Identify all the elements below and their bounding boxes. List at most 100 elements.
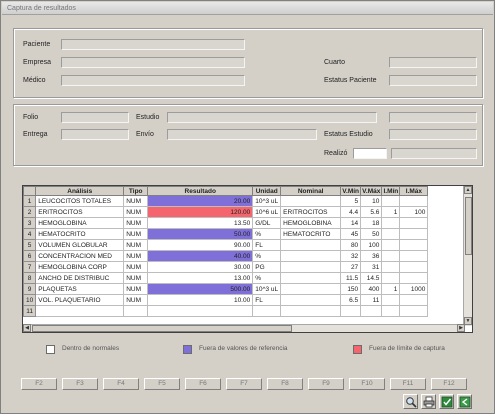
grid-header-4[interactable]: Unidad: [252, 186, 282, 196]
cell-imax[interactable]: [399, 305, 429, 317]
cell-tipo[interactable]: NUM: [123, 250, 149, 262]
cell-nominal[interactable]: HEMATOCRITO: [280, 228, 342, 240]
cell-imin[interactable]: [381, 228, 401, 240]
row-number[interactable]: 7: [23, 261, 37, 273]
cell-vmax[interactable]: 11: [360, 294, 383, 306]
scroll-up-arrow-icon[interactable]: ▲: [464, 186, 472, 194]
cell-analisis[interactable]: CONCENTRACION MED: [35, 250, 125, 262]
entrega-field[interactable]: [61, 129, 129, 140]
cell-unidad[interactable]: 10^3 uL: [252, 283, 282, 295]
cell-imax[interactable]: [399, 272, 429, 284]
fkey-f10[interactable]: F10: [349, 378, 385, 390]
scroll-down-arrow-icon[interactable]: ▼: [464, 317, 472, 325]
fkey-f7[interactable]: F7: [226, 378, 262, 390]
table-row[interactable]: 4 HEMATOCRITO NUM 50.00% HEMATOCRITO 45 50: [23, 228, 429, 240]
grid-vertical-scrollbar[interactable]: ▲ ▼: [463, 186, 472, 326]
cell-vmax[interactable]: 400: [360, 283, 383, 295]
cell-unidad[interactable]: [252, 305, 282, 317]
cell-resultado[interactable]: 10.00: [147, 294, 254, 306]
cell-imax[interactable]: 100: [399, 206, 429, 218]
folio-field[interactable]: [61, 112, 129, 123]
fkey-f9[interactable]: F9: [308, 378, 344, 390]
cell-imax[interactable]: [399, 239, 429, 251]
table-row[interactable]: 2 ERITROCITOS NUM 120.00 10^6 uL ERITROCITOS 4…: [23, 206, 429, 218]
cell-analisis[interactable]: VOLUMEN GLOBULAR: [35, 239, 125, 251]
cell-resultado[interactable]: 13.50: [147, 217, 254, 229]
cell-vmax[interactable]: 10: [360, 195, 383, 207]
cell-vmin[interactable]: 45: [340, 228, 362, 240]
cell-imax[interactable]: 1000: [399, 283, 429, 295]
cell-vmax[interactable]: 31: [360, 261, 383, 273]
cell-imax[interactable]: [399, 195, 429, 207]
cell-analisis[interactable]: ERITROCITOS: [35, 206, 125, 218]
estudio-extra-field[interactable]: [389, 112, 477, 123]
cell-nominal[interactable]: [280, 305, 342, 317]
exit-button[interactable]: [457, 394, 472, 409]
cell-unidad[interactable]: 10^3 uL: [252, 195, 282, 207]
fkey-f3[interactable]: F3: [62, 378, 98, 390]
cell-analisis[interactable]: [35, 305, 125, 317]
cell-resultado[interactable]: 13.00: [147, 272, 254, 284]
cell-tipo[interactable]: NUM: [123, 217, 149, 229]
grid-vertical-scroll-thumb[interactable]: [465, 197, 472, 255]
grid-horizontal-scrollbar[interactable]: ◀ ▶: [23, 324, 465, 332]
table-row[interactable]: 3 HEMOGLOBINA NUM 13.50 G/DL HEMOGLOBINA 14 18: [23, 217, 429, 229]
cell-resultado[interactable]: 30.00: [147, 261, 254, 273]
cell-imax[interactable]: [399, 228, 429, 240]
fkey-f8[interactable]: F8: [267, 378, 303, 390]
cell-vmax[interactable]: 14.5: [360, 272, 383, 284]
cell-vmax[interactable]: [360, 305, 383, 317]
cell-unidad[interactable]: %: [252, 228, 282, 240]
cell-vmax[interactable]: 36: [360, 250, 383, 262]
table-row[interactable]: 9 PLAQUETAS NUM 500.00 10^3 uL 150 400 1 1000: [23, 283, 429, 295]
cell-vmin[interactable]: 5: [340, 195, 362, 207]
paciente-field[interactable]: [61, 39, 245, 50]
cell-analisis[interactable]: VOL. PLAQUETARIO: [35, 294, 125, 306]
grid-header-5[interactable]: Nominal: [280, 186, 342, 196]
grid-header-3[interactable]: Resultado: [147, 186, 254, 196]
cell-imin[interactable]: [381, 250, 401, 262]
envio-field[interactable]: [167, 129, 317, 140]
cell-unidad[interactable]: FL: [252, 294, 282, 306]
row-number[interactable]: 6: [23, 250, 37, 262]
scroll-right-arrow-icon[interactable]: ▶: [457, 324, 465, 332]
cell-resultado[interactable]: 20.00: [147, 195, 254, 207]
row-number[interactable]: 4: [23, 228, 37, 240]
cell-unidad[interactable]: 10^6 uL: [252, 206, 282, 218]
cell-imin[interactable]: [381, 239, 401, 251]
cell-resultado[interactable]: 90.00: [147, 239, 254, 251]
cell-nominal[interactable]: [280, 250, 342, 262]
fkey-f4[interactable]: F4: [103, 378, 139, 390]
grid-header-1[interactable]: Análisis: [35, 186, 125, 196]
cell-tipo[interactable]: NUM: [123, 206, 149, 218]
table-row[interactable]: 1 LEUCOCITOS TOTALES NUM 20.00 10^3 uL 5 10: [23, 195, 429, 207]
results-grid[interactable]: Análisis Tipo Resultado Unidad Nominal V.Mín V…: [22, 185, 473, 333]
cell-analisis[interactable]: ANCHO DE DISTRIBUC: [35, 272, 125, 284]
table-row[interactable]: 10 VOL. PLAQUETARIO NUM 10.00 FL 6.5 11: [23, 294, 429, 306]
cell-vmin[interactable]: 4.4: [340, 206, 362, 218]
cell-imin[interactable]: [381, 305, 401, 317]
cell-tipo[interactable]: NUM: [123, 283, 149, 295]
table-row[interactable]: 7 HEMOGLOBINA CORP NUM 30.00 PG 27 31: [23, 261, 429, 273]
grid-header-8[interactable]: I.Mín: [381, 186, 401, 196]
cell-nominal[interactable]: [280, 283, 342, 295]
cuarto-field[interactable]: [389, 57, 477, 68]
cell-vmin[interactable]: 14: [340, 217, 362, 229]
cell-imin[interactable]: 1: [381, 283, 401, 295]
cell-analisis[interactable]: HEMOGLOBINA: [35, 217, 125, 229]
scroll-left-arrow-icon[interactable]: ◀: [23, 324, 31, 332]
cell-imin[interactable]: [381, 195, 401, 207]
cell-resultado[interactable]: 40.00: [147, 250, 254, 262]
cell-vmin[interactable]: 6.5: [340, 294, 362, 306]
table-row[interactable]: 5 VOLUMEN GLOBULAR NUM 90.00 FL 80 100: [23, 239, 429, 251]
cell-nominal[interactable]: [280, 294, 342, 306]
realizo-field[interactable]: [353, 148, 387, 159]
row-number[interactable]: 1: [23, 195, 37, 207]
row-number[interactable]: 5: [23, 239, 37, 251]
print-button[interactable]: [421, 394, 436, 409]
cell-nominal[interactable]: ERITROCITOS: [280, 206, 342, 218]
cell-unidad[interactable]: PG: [252, 261, 282, 273]
cell-imin[interactable]: [381, 217, 401, 229]
row-number[interactable]: 11: [23, 305, 37, 317]
fkey-f2[interactable]: F2: [21, 378, 57, 390]
